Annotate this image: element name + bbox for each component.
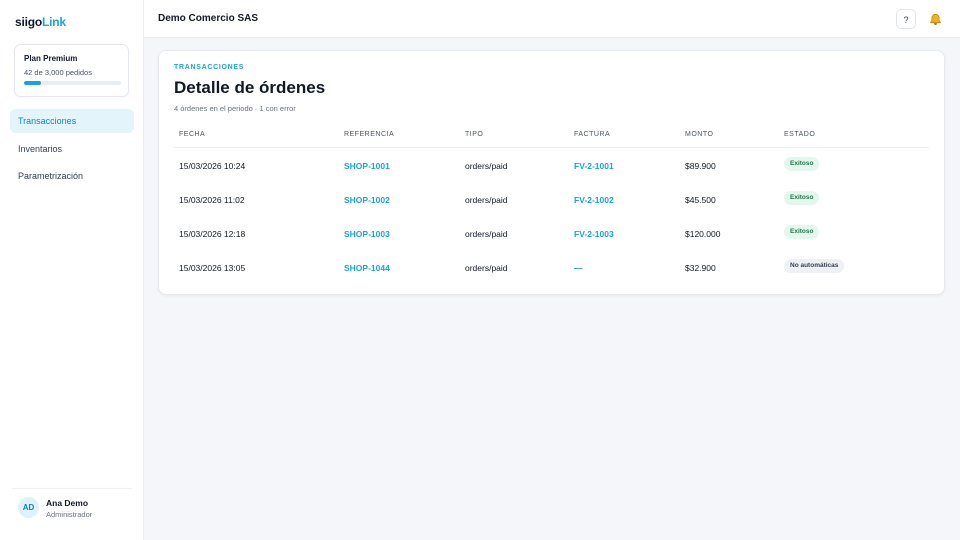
table-row[interactable]: 15/03/2026 12:18 SHOP-1003 orders/paid F…	[159, 216, 946, 250]
order-reference-link[interactable]: SHOP-1003	[344, 229, 390, 239]
orders-card: TRANSACCIONES Detalle de órdenes 4 órden…	[158, 50, 945, 295]
plan-progress-fill	[24, 81, 42, 85]
sidebar-item-parametrizacion[interactable]: Parametrización	[10, 164, 134, 188]
user-role: Administrador	[46, 510, 93, 519]
user-name: Ana Demo	[46, 498, 89, 508]
page-subtitle: 4 órdenes en el periodo · 1 con error	[174, 104, 296, 113]
plan-progress-bar	[24, 81, 121, 85]
section-eyebrow: TRANSACCIONES	[174, 64, 245, 71]
sidebar-item-transacciones[interactable]: Transacciones	[10, 109, 134, 133]
cell-tipo: orders/paid	[465, 195, 508, 205]
invoice-link[interactable]: FV-2-1003	[574, 229, 614, 239]
column-header-estado: ESTADO	[784, 131, 816, 138]
order-reference-link[interactable]: SHOP-1044	[344, 263, 390, 273]
table-row[interactable]: 15/03/2026 10:24 SHOP-1001 orders/paid F…	[159, 148, 946, 182]
brand-suffix: Link	[42, 15, 66, 29]
table-row[interactable]: 15/03/2026 11:02 SHOP-1002 orders/paid F…	[159, 182, 946, 216]
order-reference-link[interactable]: SHOP-1001	[344, 161, 390, 171]
page-title: Detalle de órdenes	[174, 78, 326, 97]
column-header-referencia: REFERENCIA	[344, 131, 395, 138]
status-badge: No automáticas	[784, 259, 845, 273]
cell-fecha: 15/03/2026 10:24	[179, 161, 246, 171]
invoice-empty: —	[574, 263, 583, 273]
bell-icon	[929, 13, 941, 26]
plan-card: Plan Premium 42 de 3,000 pedidos	[14, 44, 129, 97]
column-header-factura: FACTURA	[574, 131, 611, 138]
cell-fecha: 15/03/2026 11:02	[179, 195, 245, 205]
cell-tipo: orders/paid	[465, 161, 508, 171]
brand-logo[interactable]: siigoLink	[15, 15, 66, 29]
sidebar-item-inventarios[interactable]: Inventarios	[10, 137, 134, 161]
column-header-tipo: TIPO	[465, 131, 484, 138]
column-header-fecha: FECHA	[179, 131, 206, 138]
order-reference-link[interactable]: SHOP-1002	[344, 195, 390, 205]
top-bar: Demo Comercio SAS ?	[144, 0, 960, 38]
help-icon: ?	[903, 15, 909, 25]
invoice-link[interactable]: FV-2-1001	[574, 161, 614, 171]
cell-tipo: orders/paid	[465, 229, 508, 239]
table-row[interactable]: 15/03/2026 13:05 SHOP-1044 orders/paid —…	[159, 250, 946, 284]
status-badge: Exitoso	[784, 225, 820, 239]
plan-usage: 42 de 3,000 pedidos	[24, 68, 92, 77]
help-button[interactable]: ?	[896, 9, 916, 29]
column-header-monto: MONTO	[685, 131, 714, 138]
plan-name: Plan Premium	[24, 54, 78, 63]
status-badge: Exitoso	[784, 157, 820, 171]
cell-monto: $89.900	[685, 161, 716, 171]
invoice-link[interactable]: FV-2-1002	[574, 195, 614, 205]
cell-monto: $120.000	[685, 229, 721, 239]
notifications-button[interactable]	[925, 9, 945, 29]
cell-monto: $45.500	[685, 195, 716, 205]
sidebar-item-label: Parametrización	[18, 171, 84, 181]
company-name: Demo Comercio SAS	[158, 13, 259, 24]
cell-tipo: orders/paid	[465, 263, 508, 273]
cell-monto: $32.900	[685, 263, 716, 273]
user-divider	[12, 488, 132, 489]
sidebar: siigoLink Plan Premium 42 de 3,000 pedid…	[0, 0, 144, 540]
brand-prefix: siigo	[15, 15, 43, 29]
status-badge: Exitoso	[784, 191, 820, 205]
avatar[interactable]: AD	[18, 497, 39, 518]
sidebar-item-label: Transacciones	[18, 116, 77, 126]
cell-fecha: 15/03/2026 12:18	[179, 229, 246, 239]
sidebar-item-label: Inventarios	[18, 144, 63, 154]
cell-fecha: 15/03/2026 13:05	[179, 263, 246, 273]
